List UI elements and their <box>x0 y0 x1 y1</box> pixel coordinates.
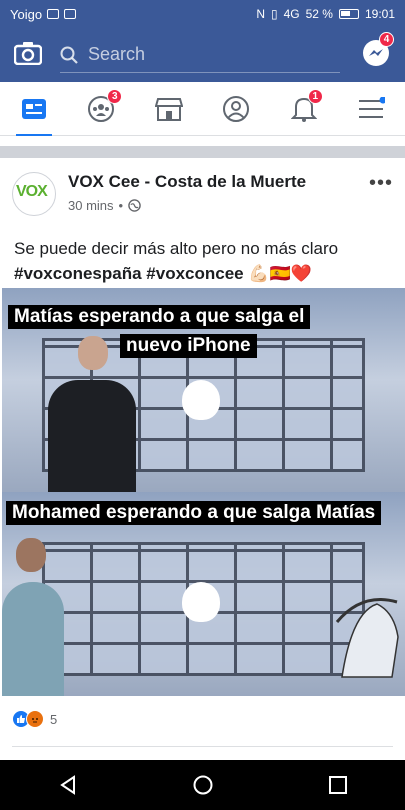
groups-badge: 3 <box>107 88 123 104</box>
home-icon[interactable] <box>192 774 214 796</box>
tab-notifications[interactable]: 1 <box>280 88 328 129</box>
messenger-badge: 4 <box>379 31 394 47</box>
page-avatar[interactable]: VOX <box>12 172 56 216</box>
recents-icon[interactable] <box>327 774 349 796</box>
man-peeking-head <box>16 538 46 572</box>
notification-icon <box>47 9 60 19</box>
reaction-count: 5 <box>50 711 58 727</box>
tab-bar: 3 1 <box>0 82 405 136</box>
feed-spacer <box>0 136 405 146</box>
hashtag-voxconespana[interactable]: #voxconespaña <box>14 264 142 283</box>
search-icon <box>60 46 78 64</box>
notifications-badge: 1 <box>307 88 323 104</box>
youtube-icon <box>64 9 77 19</box>
signal-label: 4G <box>283 7 300 21</box>
hashtag-voxconcee[interactable]: #voxconcee <box>146 264 243 283</box>
meme-caption-top-2: nuevo iPhone <box>120 334 257 358</box>
menu-icon <box>359 96 386 118</box>
post-text: Se puede decir más alto pero no más clar… <box>14 236 384 286</box>
meme-caption-bottom: Mohamed esperando a que salga Matías <box>6 501 382 525</box>
search-placeholder: Search <box>88 44 146 64</box>
back-icon[interactable] <box>57 774 79 796</box>
messenger-button[interactable]: 4 <box>361 31 394 73</box>
search-input[interactable]: Search <box>60 37 340 73</box>
post-divider <box>12 746 393 747</box>
vibrate-icon: ▯ <box>270 7 278 21</box>
android-nav-bar <box>0 760 405 810</box>
marketplace-icon <box>154 97 183 121</box>
news-feed-icon <box>21 98 46 119</box>
angry-reaction-icon <box>26 710 44 728</box>
post-text-line1: Se puede decir más alto pero no más clar… <box>14 239 339 258</box>
post-emojis: 💪🏻🇪🇸❤️ <box>248 264 312 283</box>
post-time[interactable]: 30 mins <box>68 198 114 213</box>
battery-percent: 52 % <box>305 7 333 21</box>
meme-caption-top-1: Matías esperando a que salga el <box>8 305 311 329</box>
more-options-icon[interactable]: ••• <box>369 172 393 195</box>
man-peeking <box>2 582 64 696</box>
man-head <box>78 336 108 370</box>
camera-icon[interactable] <box>13 41 43 70</box>
feed-divider <box>0 146 405 158</box>
apple-logo <box>182 380 220 420</box>
post-image[interactable]: Matías esperando a que salga el nuevo iP… <box>2 288 405 696</box>
avatar-logo: VOX <box>16 183 48 200</box>
tab-menu[interactable] <box>347 89 395 129</box>
clock: 19:01 <box>364 7 395 21</box>
globe-icon <box>128 199 141 212</box>
feed-post: VOX VOX Cee - Costa de la Muerte 30 mins… <box>0 158 405 760</box>
tab-marketplace[interactable] <box>145 89 193 129</box>
meme-panel-top: Matías esperando a que salga el nuevo iP… <box>2 288 405 492</box>
man-standing <box>48 380 136 492</box>
reaction-summary[interactable]: 5 <box>12 710 57 728</box>
separator-dot: • <box>118 198 124 213</box>
post-header: VOX VOX Cee - Costa de la Muerte 30 mins… <box>12 172 393 218</box>
tab-news-feed[interactable] <box>10 89 58 136</box>
carrier-label: Yoigo <box>10 6 43 22</box>
status-bar: Yoigo N ▯ 4G 52 % 19:01 <box>0 0 405 28</box>
tab-profile[interactable] <box>212 89 260 129</box>
page-name[interactable]: VOX Cee - Costa de la Muerte <box>68 172 306 192</box>
top-bar: Search 4 <box>0 28 405 82</box>
nfc-icon: N <box>256 7 265 21</box>
reaper-watermark <box>335 598 399 678</box>
apple-logo <box>182 582 220 622</box>
profile-icon <box>223 95 250 122</box>
tab-groups[interactable]: 3 <box>77 88 125 129</box>
battery-icon <box>338 9 359 19</box>
meme-panel-bottom: Mohamed esperando a que salga Matías <box>2 492 405 696</box>
